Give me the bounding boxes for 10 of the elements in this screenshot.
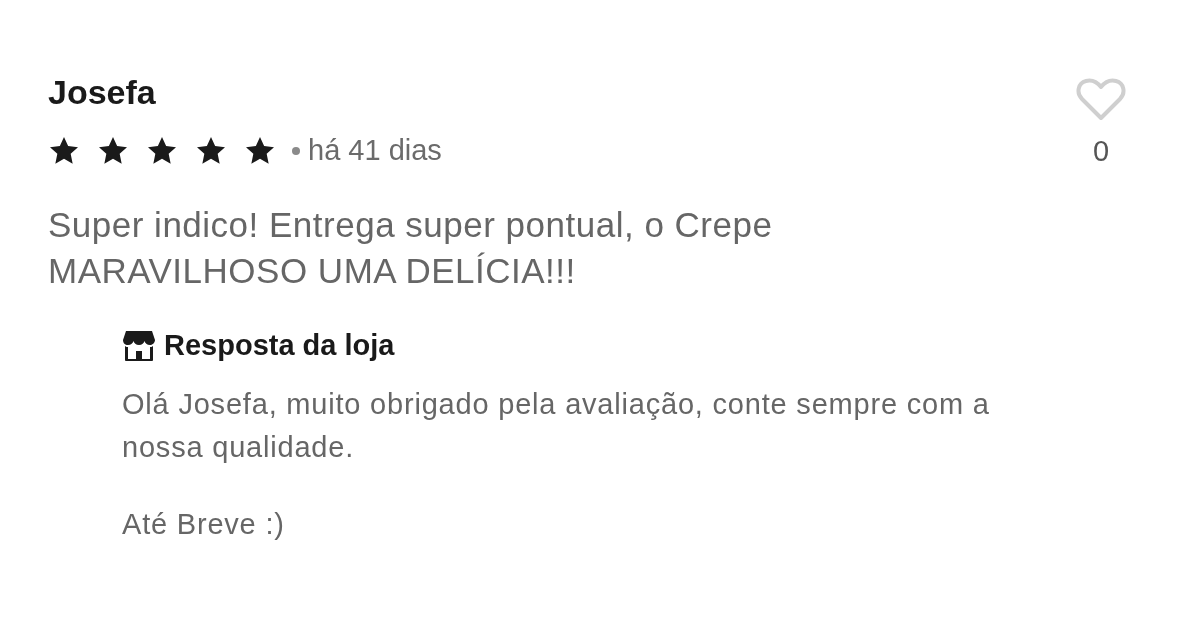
review-time: há 41 dias — [308, 132, 442, 168]
store-icon — [122, 329, 156, 362]
review-text: Super indico! Entrega super pontual, o Crepe MARAVILHOSO UMA DELÍCIA!!! — [48, 203, 774, 292]
like-button[interactable] — [1076, 78, 1126, 122]
separator-dot — [292, 146, 300, 155]
reply-text: Olá Josefa, muito obrigado pela avaliação, conte sempre com a nossa qualidade. — [122, 387, 991, 465]
reply-text: Até Breve :) — [122, 507, 286, 542]
like-count: 0 — [1092, 134, 1110, 169]
reply-title: Resposta da loja — [164, 327, 395, 363]
reviewer-name: Josefa — [48, 72, 157, 113]
